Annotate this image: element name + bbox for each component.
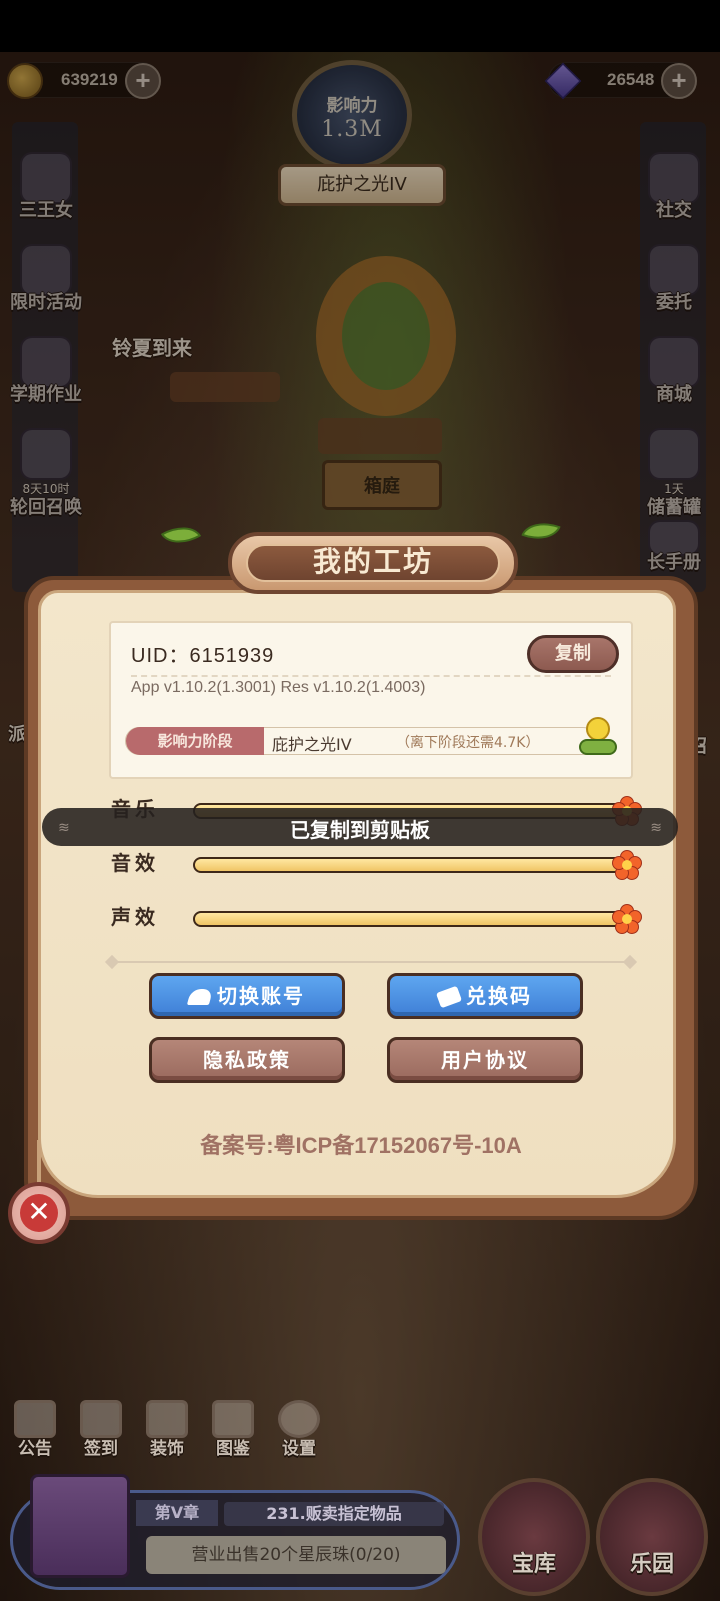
nav-label: 装饰 [150, 1439, 184, 1459]
voice-label: 声效 [111, 905, 159, 929]
copy-uid-button[interactable]: 复制 [527, 635, 619, 673]
treasury-button[interactable]: 宝库 [478, 1478, 590, 1596]
wing-right-icon: ≋ [650, 820, 662, 836]
quest-desc: 营业出售20个星辰珠(0/20) [146, 1536, 446, 1574]
nav-label: 图鉴 [216, 1439, 250, 1459]
version-text: App v1.10.2(1.3001) Res v1.10.2(1.4003) [131, 679, 426, 696]
dialog-title: 我的工坊 [312, 545, 433, 578]
status-bar [0, 0, 720, 52]
flower-knob-icon[interactable] [612, 850, 642, 880]
notice-icon [14, 1400, 56, 1438]
nav-label: 公告 [18, 1439, 52, 1459]
nav-settings[interactable]: 设置 [270, 1400, 328, 1459]
gear-icon [278, 1400, 320, 1438]
workshop-dialog: UID：6151939 复制 App v1.10.2(1.3001) Res v… [24, 514, 698, 1236]
sfx-label: 音效 [111, 851, 159, 875]
sfx-slider[interactable] [193, 850, 642, 880]
nav-label: 签到 [84, 1439, 118, 1459]
redeem-code-label: 兑换码 [466, 984, 532, 1008]
dashed-divider [131, 675, 611, 677]
account-info-card: UID：6151939 复制 App v1.10.2(1.3001) Res v… [109, 621, 633, 779]
nav-label: 设置 [282, 1439, 316, 1459]
nav-notice[interactable]: 公告 [6, 1400, 64, 1459]
sfx-slider-row: 音效 [111, 847, 651, 880]
calendar-icon [80, 1400, 122, 1438]
book-icon [212, 1400, 254, 1438]
close-icon: ✕ [20, 1194, 58, 1232]
close-rope [37, 1140, 41, 1184]
copied-toast: ≋ 已复制到剪贴板 ≋ [42, 808, 678, 846]
user-agreement-button[interactable]: 用户协议 [387, 1037, 583, 1083]
nav-collection[interactable]: 图鉴 [204, 1400, 262, 1459]
close-button[interactable]: ✕ [8, 1182, 70, 1244]
redeem-code-button[interactable]: 兑换码 [387, 973, 583, 1019]
nav-checkin[interactable]: 签到 [72, 1400, 130, 1459]
switch-account-label: 切换账号 [217, 984, 305, 1008]
lightbulb-icon[interactable] [579, 717, 617, 757]
privacy-policy-button[interactable]: 隐私政策 [149, 1037, 345, 1083]
ticket-icon [435, 985, 463, 1009]
paradise-label: 乐园 [629, 1552, 674, 1577]
treasury-label: 宝库 [511, 1552, 556, 1577]
switch-account-button[interactable]: 切换账号 [149, 973, 345, 1019]
flower-knob-icon[interactable] [612, 904, 642, 934]
icp-license: 备案号:粤ICP备17152067号-10A [200, 1133, 522, 1158]
quest-chapter: 第V章 [136, 1500, 218, 1526]
influence-stage-row: 影响力阶段 庇护之光IV （离下阶段还需4.7K） [125, 727, 597, 755]
voice-slider[interactable] [193, 904, 642, 934]
witch-hat-icon [186, 989, 214, 1005]
slider-fill [195, 859, 627, 871]
stage-tag: 影响力阶段 [126, 727, 264, 755]
paradise-button[interactable]: 乐园 [596, 1478, 708, 1596]
toast-text: 已复制到剪贴板 [290, 818, 430, 842]
quest-title: 231.贩卖指定物品 [224, 1502, 444, 1526]
nav-decor[interactable]: 装饰 [138, 1400, 196, 1459]
ornament-divider [111, 961, 631, 963]
stage-name: 庇护之光IV [272, 735, 352, 754]
decor-icon [146, 1400, 188, 1438]
stage-need: （离下阶段还需4.7K） [396, 735, 540, 751]
dialog-title-plate: 我的工坊 [228, 532, 518, 594]
dialog-body: UID：6151939 复制 App v1.10.2(1.3001) Res v… [38, 590, 676, 1198]
uid-text: UID：6151939 [131, 645, 275, 667]
quest-book-icon[interactable] [30, 1474, 130, 1578]
slider-fill [195, 913, 627, 925]
voice-slider-row: 声效 [111, 901, 651, 934]
